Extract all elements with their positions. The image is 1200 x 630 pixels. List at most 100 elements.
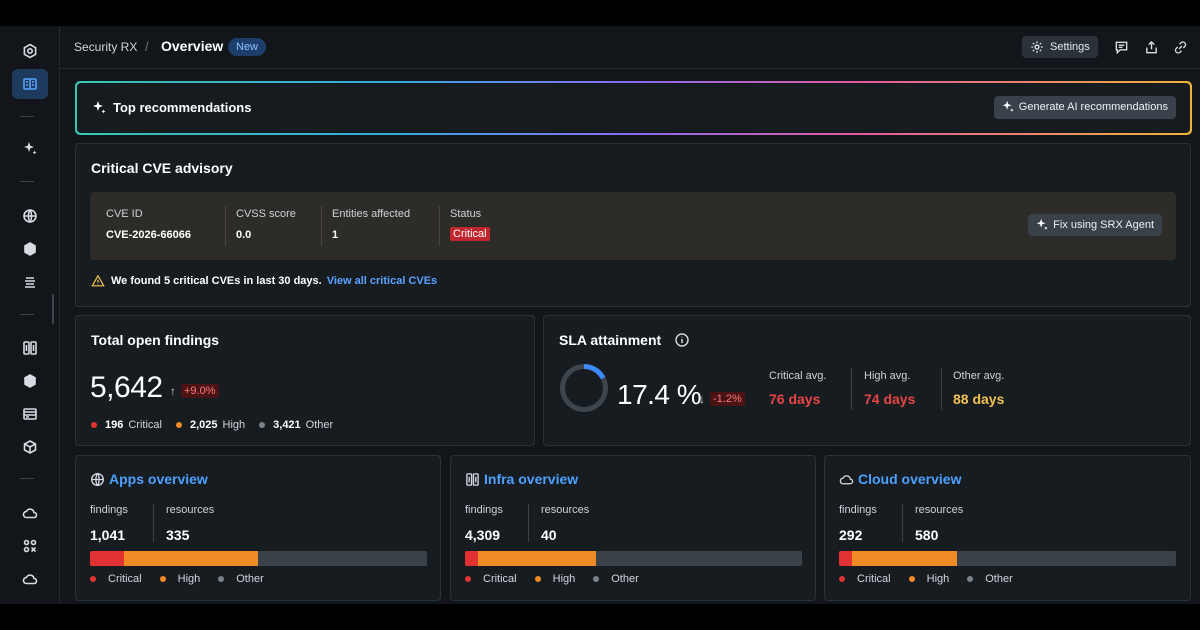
severity-legend: Critical High Other — [465, 573, 653, 585]
column-divider — [153, 504, 154, 542]
page-title: Overview — [161, 38, 224, 54]
critical-count: 196 — [105, 419, 124, 431]
findings-title: Total open findings — [91, 332, 220, 348]
infra-icon[interactable] — [12, 333, 48, 363]
cloud-overview-link[interactable]: Cloud overview — [839, 471, 961, 487]
globe-icon[interactable] — [12, 201, 48, 231]
apps-severity-bar — [90, 551, 427, 566]
fix-using-srx-agent-button[interactable]: Fix using SRX Agent — [1028, 214, 1162, 236]
column-divider — [941, 368, 942, 410]
server-icon[interactable] — [12, 399, 48, 429]
legend-critical: 196 Critical — [91, 419, 162, 431]
apps-resources-value: 335 — [166, 527, 190, 543]
high-count: 2,025 — [189, 419, 218, 431]
critical-segment — [465, 551, 479, 566]
other-label: Other — [305, 419, 334, 431]
entities-affected-label: Entities affected — [332, 208, 411, 220]
fix-button-label: Fix using SRX Agent — [1053, 219, 1154, 231]
share-icon[interactable] — [1142, 38, 1160, 56]
total-findings-card: Total open findings 5,642 ↑ +9.0% 196 Cri… — [75, 315, 535, 446]
high-segment — [852, 551, 957, 566]
other-avg-label: Other avg. — [953, 370, 1005, 382]
top-bar: Security RX / Overview New Settings — [60, 26, 1200, 69]
view-all-critical-cves-link[interactable]: View all critical CVEs — [327, 275, 437, 287]
sidebar-divider — [20, 116, 34, 117]
column-divider — [225, 206, 226, 246]
sla-attainment-card: SLA attainment 17.4 % ↓ -1.2% Critical a… — [543, 315, 1191, 446]
cloud-icon — [839, 474, 854, 484]
critical-label: Critical — [128, 419, 162, 431]
column-divider — [851, 368, 852, 410]
box-icon[interactable] — [12, 432, 48, 462]
cloud-overview-title: Cloud overview — [858, 471, 962, 487]
high-segment — [123, 551, 259, 566]
list-icon[interactable] — [12, 267, 48, 297]
critical-segment — [839, 551, 853, 566]
sidebar-divider — [20, 478, 34, 479]
cloud-overview-card: Cloud overview findings 292 resources 58… — [824, 455, 1191, 601]
legend-other: 3,421 Other — [259, 419, 333, 431]
sparkle-icon — [91, 100, 107, 121]
sla-title: SLA attainment — [559, 332, 662, 348]
critical-avg-value: 76 days — [769, 391, 821, 407]
cvss-score-label: CVSS score — [236, 208, 296, 220]
entities-affected-value: 1 — [332, 229, 339, 241]
sla-high-avg: High avg. 74 days — [864, 370, 915, 407]
infra-overview-link[interactable]: Infra overview — [465, 471, 578, 487]
legend-other-label: Other — [611, 573, 639, 585]
column-divider — [528, 504, 529, 542]
gear-icon — [1031, 41, 1043, 53]
apps-grid-icon[interactable] — [12, 531, 48, 561]
breadcrumb-root[interactable]: Security RX — [74, 40, 137, 54]
info-icon[interactable] — [674, 332, 690, 353]
findings-delta-badge: +9.0% — [181, 384, 219, 398]
generate-button-label: Generate AI recommendations — [1018, 101, 1168, 113]
high-label: High — [222, 419, 246, 431]
breadcrumb-separator: / — [145, 39, 149, 54]
cve-id-value[interactable]: CVE-2026-66066 — [106, 229, 191, 241]
cube-icon[interactable] — [12, 234, 48, 264]
high-avg-value: 74 days — [864, 391, 916, 407]
infra-overview-title: Infra overview — [484, 471, 579, 487]
entities-affected-column: Entities affected 1 — [332, 208, 410, 241]
findings-legend: 196 Critical 2,025 High 3,421 Other — [91, 419, 347, 431]
high-avg-label: High avg. — [864, 370, 911, 382]
high-segment — [478, 551, 597, 566]
apps-findings-value: 1,041 — [90, 527, 126, 543]
shield-icon[interactable] — [12, 366, 48, 396]
cvss-score-column: CVSS score 0.0 — [236, 208, 296, 241]
critical-segment — [90, 551, 124, 566]
cve-id-label: CVE ID — [106, 208, 143, 220]
infra-resources-value: 40 — [541, 527, 557, 543]
resources-label: resources — [541, 504, 590, 516]
cloud-icon[interactable] — [12, 498, 48, 528]
link-icon[interactable] — [1171, 38, 1189, 56]
cve-warning: We found 5 critical CVEs in last 30 days… — [91, 274, 437, 288]
legend-other-label: Other — [236, 573, 264, 585]
sla-donut-chart — [560, 364, 608, 412]
apps-overview-link[interactable]: Apps overview — [90, 471, 208, 487]
app-window: Security RX / Overview New Settings Top … — [0, 26, 1200, 604]
sidebar — [0, 26, 60, 604]
sidebar-divider — [20, 181, 34, 182]
other-avg-value: 88 days — [953, 391, 1005, 407]
hexagon-logo-icon[interactable] — [12, 36, 48, 66]
settings-button[interactable]: Settings — [1022, 36, 1098, 58]
status-label: Status — [450, 208, 482, 220]
top-recommendations-panel: Top recommendations Generate AI recommen… — [75, 81, 1192, 135]
critical-avg-label: Critical avg. — [769, 370, 827, 382]
sidebar-scrollbar[interactable] — [52, 294, 54, 324]
settings-label: Settings — [1050, 41, 1090, 53]
dashboard-icon[interactable] — [12, 69, 48, 99]
sla-critical-avg: Critical avg. 76 days — [769, 370, 826, 407]
apps-overview-title: Apps overview — [109, 471, 208, 487]
status-column: Status Critical — [450, 208, 490, 241]
cve-id-column: CVE ID CVE-2026-66066 — [106, 208, 191, 241]
cloud-icon[interactable] — [12, 564, 48, 594]
sparkle-icon[interactable] — [12, 134, 48, 164]
arrow-down-icon: ↓ — [699, 392, 705, 406]
generate-ai-recommendations-button[interactable]: Generate AI recommendations — [993, 96, 1176, 119]
legend-high: 2,025 High — [175, 419, 246, 431]
comment-icon[interactable] — [1112, 38, 1130, 56]
legend-critical-label: Critical — [857, 573, 891, 585]
